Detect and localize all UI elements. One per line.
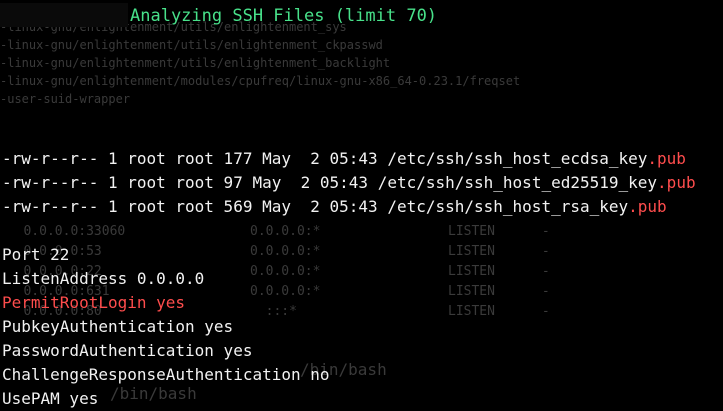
file-listing-row: -rw-r--r-- 1 root root 569 May 2 05:43 /…	[2, 195, 667, 219]
file-listing-row: -rw-r--r-- 1 root root 97 May 2 05:43 /e…	[2, 171, 696, 195]
config-line-port: Port 22	[2, 245, 70, 264]
ghost-text-netstat-state: LISTEN - LISTEN - LISTEN - LISTEN - LIST…	[448, 224, 550, 319]
ghost-text-shell-b: /bin/bash	[110, 384, 197, 403]
ghost-text-top: -linux-gnu/enlightenment/utils/enlighten…	[0, 20, 521, 106]
file-listing-row: -rw-r--r-- 1 root root 177 May 2 05:43 /…	[2, 147, 686, 171]
file-meta: -rw-r--r-- 1 root root 97 May 2 05:43	[2, 173, 378, 192]
config-line-challenge-response-auth: ChallengeResponseAuthentication no	[2, 365, 330, 384]
config-line-listen-address: ListenAddress 0.0.0.0	[2, 269, 205, 288]
header-bar	[0, 3, 128, 27]
config-line-password-auth: PasswordAuthentication yes	[2, 341, 253, 360]
file-extension: .pub	[628, 197, 667, 216]
config-line-pubkey-auth: PubkeyAuthentication yes	[2, 317, 234, 336]
file-path: /etc/ssh/ssh_host_rsa_key	[387, 197, 629, 216]
file-extension: .pub	[657, 173, 696, 192]
config-line-use-pam: UsePAM yes	[2, 389, 99, 408]
file-meta: -rw-r--r-- 1 root root 177 May 2 05:43	[2, 149, 388, 168]
ghost-text-netstat-foreign: 0.0.0.0:* 0.0.0.0:* 0.0.0.0:* 0.0.0.0:* …	[250, 224, 321, 319]
file-path: /etc/ssh/ssh_host_ed25519_key	[377, 173, 658, 192]
config-line-permit-root-login: PermitRootLogin yes	[2, 293, 186, 312]
file-meta: -rw-r--r-- 1 root root 569 May 2 05:43	[2, 197, 388, 216]
section-title: Analyzing SSH Files (limit 70)	[130, 6, 438, 26]
file-path: /etc/ssh/ssh_host_ecdsa_key	[387, 149, 648, 168]
file-extension: .pub	[647, 149, 686, 168]
terminal-window[interactable]: -linux-gnu/enlightenment/utils/enlighten…	[0, 0, 723, 411]
section-header: Analyzing SSH Files (limit 70)	[0, 3, 723, 29]
